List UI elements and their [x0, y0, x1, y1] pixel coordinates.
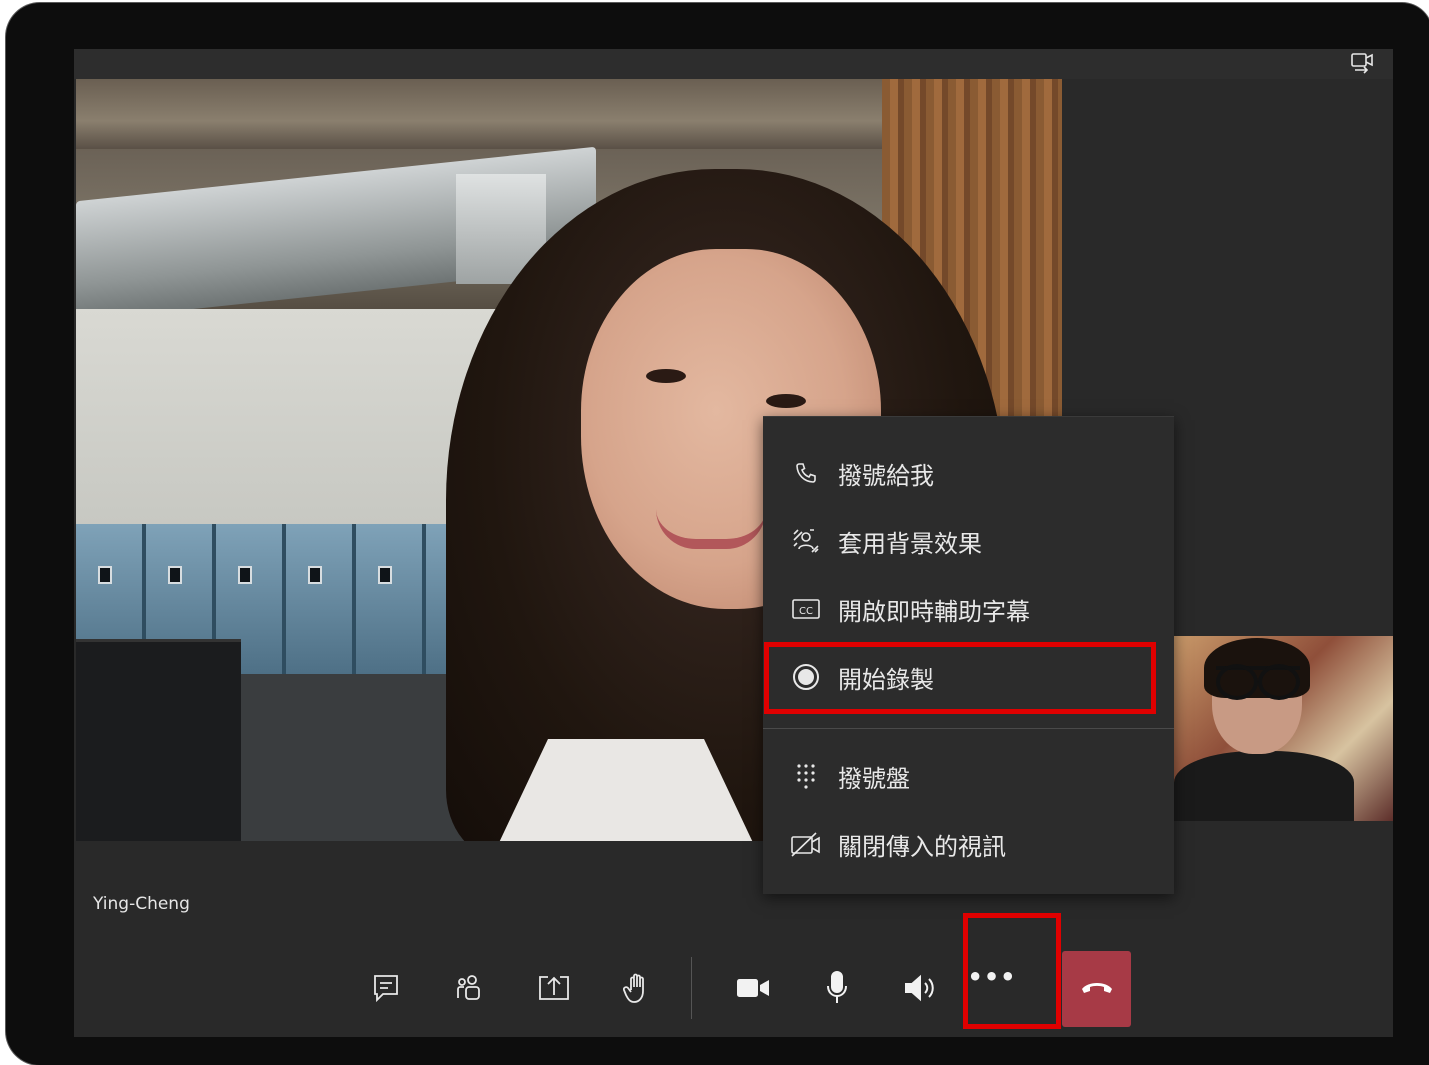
chat-button[interactable] [361, 965, 411, 1015]
dialpad-icon [790, 760, 822, 792]
menu-item-label: 套用背景效果 [838, 529, 982, 558]
participants-icon [455, 974, 483, 1006]
raise-hand-icon [622, 972, 651, 1008]
record-icon [790, 661, 822, 693]
more-options-button[interactable]: ••• [966, 963, 1018, 1007]
speaker-icon [904, 974, 938, 1006]
menu-separator [763, 728, 1174, 729]
participants-button[interactable] [444, 965, 494, 1015]
menu-item-turn-off-incoming-video[interactable]: 關閉傳入的視訊 [763, 812, 1174, 876]
svg-text:CC: CC [799, 606, 813, 617]
menu-item-call-me[interactable]: 撥號給我 [763, 441, 1174, 505]
phone-icon [790, 457, 822, 489]
background-effects-icon [790, 525, 822, 557]
share-screen-icon [537, 973, 571, 1007]
self-view-video[interactable] [1174, 636, 1393, 821]
menu-item-label: 撥號給我 [838, 461, 934, 490]
meeting-screen: Ying-Cheng 撥號給我 套用背景效果 CC 開啟即時輔助字幕 開始錄製 … [74, 49, 1393, 1037]
video-off-icon [790, 828, 822, 860]
camera-icon [736, 977, 770, 1003]
closed-captions-icon: CC [790, 593, 822, 625]
call-toolbar: ••• [344, 947, 1144, 1033]
share-screen-button[interactable] [529, 965, 579, 1015]
camera-button[interactable] [728, 965, 778, 1015]
menu-item-label: 開始錄製 [838, 665, 934, 694]
more-options-icon: ••• [967, 963, 1017, 991]
toolbar-divider [691, 957, 692, 1019]
participant-name-label: Ying-Cheng [93, 894, 190, 914]
menu-item-label: 開啟即時輔助字幕 [838, 597, 1030, 626]
microphone-icon [825, 971, 849, 1009]
switch-camera-icon[interactable] [1347, 49, 1379, 79]
menu-item-label: 撥號盤 [838, 764, 910, 793]
raise-hand-button[interactable] [612, 965, 662, 1015]
speaker-button[interactable] [896, 965, 946, 1015]
menu-item-label: 關閉傳入的視訊 [838, 832, 1006, 861]
hangup-icon [1080, 979, 1114, 999]
menu-item-live-captions[interactable]: CC 開啟即時輔助字幕 [763, 577, 1174, 641]
top-bar [74, 49, 1393, 79]
chat-icon [372, 973, 400, 1007]
menu-item-start-recording[interactable]: 開始錄製 [763, 645, 1174, 709]
microphone-button[interactable] [812, 965, 862, 1015]
menu-item-dialpad[interactable]: 撥號盤 [763, 744, 1174, 808]
more-options-menu: 撥號給我 套用背景效果 CC 開啟即時輔助字幕 開始錄製 撥號盤 關閉傳入的視訊 [763, 416, 1174, 894]
menu-item-background-effects[interactable]: 套用背景效果 [763, 509, 1174, 573]
hangup-button[interactable] [1062, 951, 1131, 1027]
device-frame: Ying-Cheng 撥號給我 套用背景效果 CC 開啟即時輔助字幕 開始錄製 … [6, 3, 1429, 1065]
